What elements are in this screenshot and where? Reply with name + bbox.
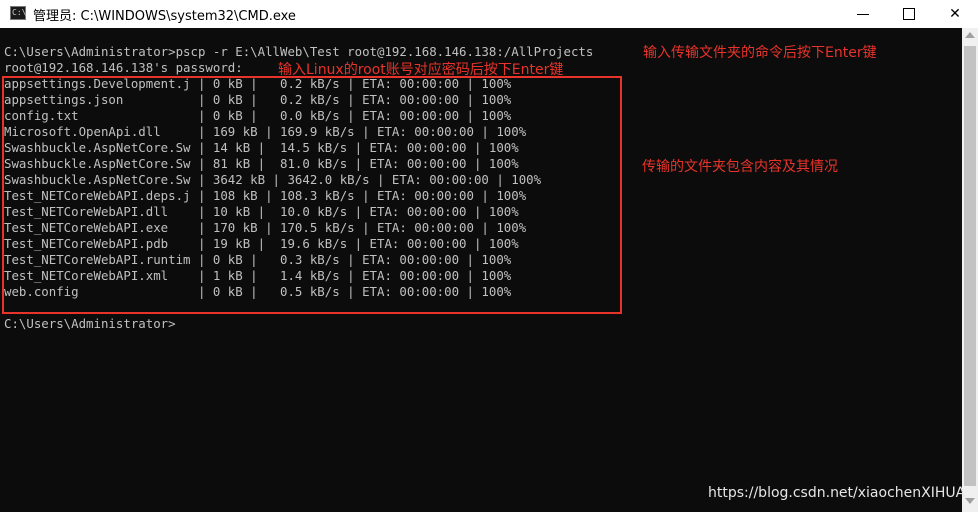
maximize-button[interactable] [886,0,932,28]
vertical-scrollbar[interactable] [962,28,978,512]
highlight-box [2,76,622,314]
cmd-icon: C:\ [10,6,26,20]
scroll-down-icon[interactable] [965,498,975,504]
window-title: 管理员: C:\WINDOWS\system32\CMD.exe [33,9,296,24]
maximize-icon [903,8,915,20]
close-button[interactable]: ✕ [932,0,978,28]
watermark: https://blog.csdn.net/xiaochenXIHUA [708,485,966,501]
minimize-button[interactable] [840,0,886,28]
password-prompt: root@192.168.146.138's password: [4,60,243,75]
contents-annotation: 传输的文件夹包含内容及其情况 [642,159,838,175]
password-annotation: 输入Linux的root账号对应密码后按下Enter键 [278,62,564,78]
final-prompt: C:\Users\Administrator> [4,316,176,331]
close-icon: ✕ [949,6,961,22]
scroll-thumb[interactable] [964,46,976,486]
title-bar[interactable]: C:\ 管理员: C:\WINDOWS\system32\CMD.exe ✕ [0,0,978,29]
command-annotation: 输入传输文件夹的命令后按下Enter键 [643,45,877,61]
command-line: C:\Users\Administrator>pscp -r E:\AllWeb… [4,44,594,59]
minimize-icon [857,14,869,15]
scroll-up-icon[interactable] [965,32,975,38]
